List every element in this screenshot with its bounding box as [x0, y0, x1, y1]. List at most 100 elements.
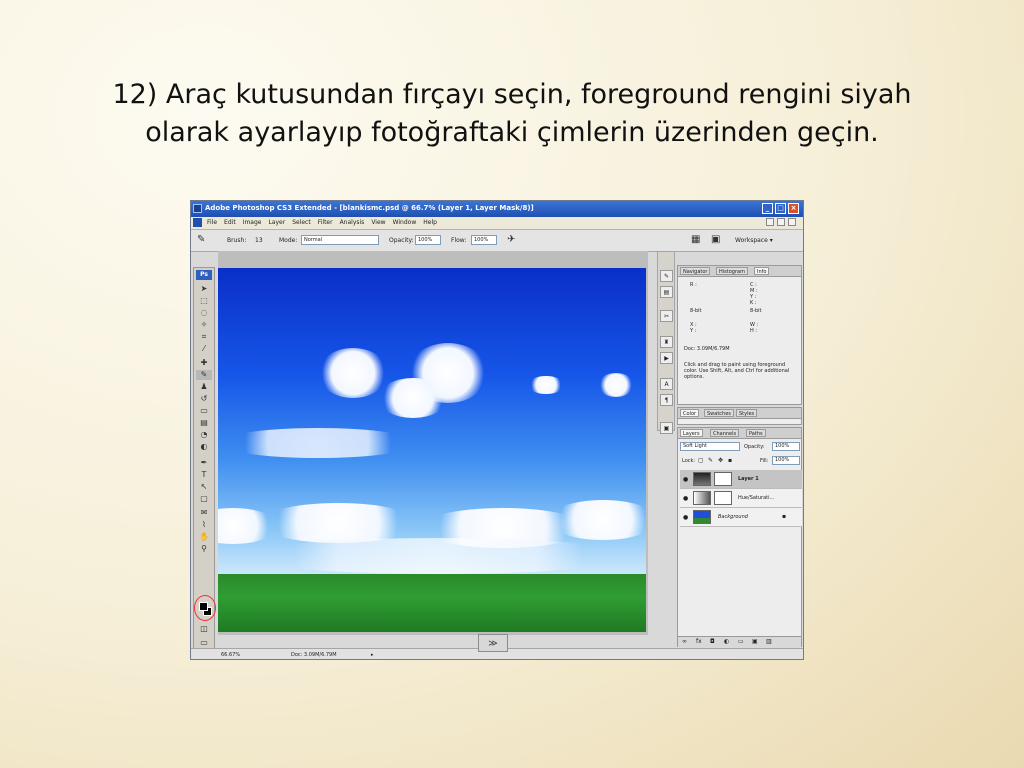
tab-swatches[interactable]: Swatches [704, 409, 734, 417]
foreground-color-swatch[interactable] [199, 602, 208, 611]
paragraph-icon[interactable]: ¶ [660, 394, 673, 406]
magic-wand-tool-icon[interactable]: ✧ [196, 320, 212, 330]
menu-view[interactable]: View [371, 219, 385, 226]
lock-position-icon[interactable]: ✥ [718, 457, 723, 464]
eyedropper-tool-icon[interactable]: ⌇ [196, 520, 212, 530]
hand-tool-icon[interactable]: ✋ [196, 532, 212, 542]
menu-analysis[interactable]: Analysis [340, 219, 365, 226]
gradient-tool-icon[interactable]: ▤ [196, 418, 212, 428]
fill-field[interactable]: 100% [772, 456, 800, 465]
mode-select[interactable]: Normal [301, 235, 379, 245]
tab-styles[interactable]: Styles [736, 409, 758, 417]
status-arrow-icon[interactable]: ▸ [371, 652, 374, 658]
menu-help[interactable]: Help [423, 219, 437, 226]
character-icon[interactable]: A [660, 378, 673, 390]
layers-opacity-field[interactable]: 100% [772, 442, 800, 451]
tool-presets-icon[interactable]: ▤ [660, 286, 673, 298]
tab-histogram[interactable]: Histogram [716, 267, 748, 275]
lock-transparent-icon[interactable]: ▢ [698, 457, 704, 464]
link-layers-icon[interactable]: ∞ [682, 638, 687, 645]
lock-all-icon[interactable]: ▪ [728, 457, 732, 464]
new-layer-icon[interactable]: ▣ [752, 638, 758, 645]
airbrush-icon[interactable]: ✈ [507, 234, 515, 245]
panel-dock-icons: ✎ ▤ ✂ ♜ ▶ A ¶ ▣ [657, 251, 675, 434]
history-icon[interactable]: ♜ [660, 336, 673, 348]
clone-source-icon[interactable]: ✂ [660, 310, 673, 322]
doc-minimize-button[interactable] [766, 218, 774, 226]
shape-tool-icon[interactable]: ▢ [196, 494, 212, 504]
opacity-field[interactable]: 100% [415, 235, 441, 245]
history-brush-tool-icon[interactable]: ↺ [196, 394, 212, 404]
visibility-eye-icon[interactable]: ● [683, 514, 688, 521]
tab-navigator[interactable]: Navigator [680, 267, 711, 275]
menu-file[interactable]: File [207, 219, 217, 226]
blend-mode-select[interactable]: Soft Light [680, 442, 740, 451]
zoom-level[interactable]: 66.67% [221, 652, 240, 658]
tab-color[interactable]: Color [680, 409, 700, 417]
new-group-icon[interactable]: ▭ [738, 638, 744, 645]
healing-brush-tool-icon[interactable]: ✚ [196, 358, 212, 368]
layer-row[interactable]: ● Background ▪ [680, 508, 802, 527]
menu-edit[interactable]: Edit [224, 219, 236, 226]
type-tool-icon[interactable]: T [196, 470, 212, 480]
doc-restore-button[interactable] [777, 218, 785, 226]
delete-layer-icon[interactable]: ▥ [766, 638, 772, 645]
brush-palette-icon[interactable]: ✎ [660, 270, 673, 282]
dodge-tool-icon[interactable]: ◐ [196, 442, 212, 452]
lasso-tool-icon[interactable]: ◌ [196, 308, 212, 318]
menu-select[interactable]: Select [292, 219, 311, 226]
notes-tool-icon[interactable]: ✉ [196, 508, 212, 518]
workspace-icon[interactable]: ▣ [711, 234, 720, 245]
document-photo[interactable] [218, 268, 646, 632]
menu-window[interactable]: Window [393, 219, 417, 226]
clone-stamp-tool-icon[interactable]: ♟ [196, 382, 212, 392]
menu-image[interactable]: Image [243, 219, 262, 226]
marquee-tool-icon[interactable]: ⬚ [196, 296, 212, 306]
layer-style-icon[interactable]: fx [696, 638, 702, 645]
close-button[interactable]: × [788, 203, 799, 214]
workspace-menu[interactable]: Workspace ▾ [735, 237, 773, 244]
menu-filter[interactable]: Filter [318, 219, 333, 226]
blur-tool-icon[interactable]: ◔ [196, 430, 212, 440]
flow-field[interactable]: 100% [471, 235, 497, 245]
lock-image-icon[interactable]: ✎ [708, 457, 713, 464]
doc-size[interactable]: Doc: 3.09M/6.79M [291, 652, 337, 658]
tab-channels[interactable]: Channels [710, 429, 740, 437]
path-selection-tool-icon[interactable]: ↖ [196, 482, 212, 492]
add-mask-icon[interactable]: ◘ [710, 638, 715, 645]
screen-mode-icon[interactable]: ▭ [196, 638, 212, 648]
eraser-tool-icon[interactable]: ▭ [196, 406, 212, 416]
layer-comps-icon[interactable]: ▣ [660, 422, 673, 434]
layer-row[interactable]: ● Layer 1 [680, 470, 802, 489]
layer-name[interactable]: Layer 1 [738, 476, 759, 482]
visibility-eye-icon[interactable]: ● [683, 495, 688, 502]
layer-mask-thumbnail[interactable] [714, 491, 732, 505]
zoom-tool-icon[interactable]: ⚲ [196, 544, 212, 554]
adjustment-layer-button-icon[interactable]: ◐ [724, 638, 729, 645]
expand-panel-button[interactable]: ≫ [478, 634, 508, 652]
brush-tool-icon[interactable]: ✎ [196, 370, 212, 380]
layer-thumbnail [693, 510, 711, 524]
brush-tool-preset-icon[interactable]: ✎ [197, 234, 205, 245]
move-tool-icon[interactable]: ➤ [196, 284, 212, 294]
tab-info[interactable]: Info [754, 267, 770, 275]
actions-icon[interactable]: ▶ [660, 352, 673, 364]
quick-mask-icon[interactable]: ◫ [196, 624, 212, 634]
slice-tool-icon[interactable]: ⁄ [196, 344, 212, 354]
visibility-eye-icon[interactable]: ● [683, 476, 688, 483]
layer-row[interactable]: ● Hue/Saturati... [680, 489, 802, 508]
layer-mask-thumbnail[interactable] [714, 472, 732, 486]
doc-close-button[interactable] [788, 218, 796, 226]
ps-menu-icon[interactable] [193, 218, 202, 227]
palette-well-icon[interactable]: ▦ [691, 234, 700, 245]
tab-layers[interactable]: Layers [680, 429, 703, 437]
minimize-button[interactable]: _ [762, 203, 773, 214]
tab-paths[interactable]: Paths [746, 429, 766, 437]
layer-name[interactable]: Hue/Saturati... [738, 495, 774, 501]
crop-tool-icon[interactable]: ⌗ [196, 332, 212, 342]
brush-size[interactable]: 13 [255, 237, 263, 244]
layer-name[interactable]: Background [718, 514, 748, 520]
menu-layer[interactable]: Layer [268, 219, 285, 226]
maximize-button[interactable]: □ [775, 203, 786, 214]
pen-tool-icon[interactable]: ✒ [196, 458, 212, 468]
